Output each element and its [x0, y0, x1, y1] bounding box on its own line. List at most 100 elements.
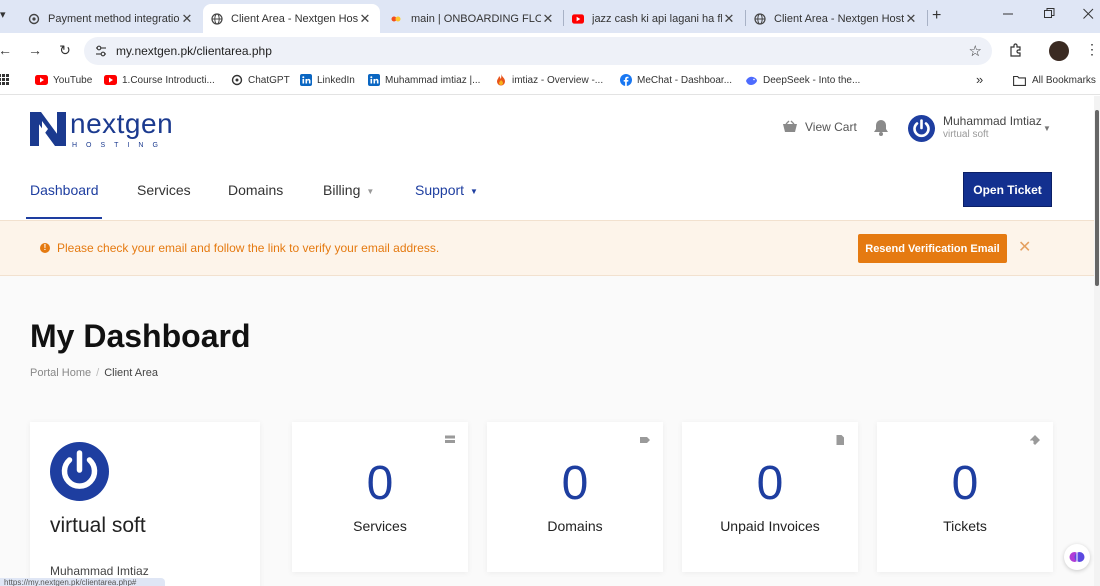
open-ticket-button[interactable]: Open Ticket [963, 172, 1052, 207]
facebook-icon [619, 74, 632, 86]
header-user-name[interactable]: Muhammad Imtiaz [943, 114, 1042, 128]
stat-label: Domains [547, 518, 603, 534]
nav-billing[interactable]: Billing ▼ [323, 182, 374, 198]
nav-services[interactable]: Services [137, 182, 191, 198]
address-url: my.nextgen.pk/clientarea.php [116, 44, 272, 58]
chevron-down-icon[interactable]: ▼ [1043, 124, 1051, 133]
view-cart-link[interactable]: View Cart [782, 120, 857, 134]
stat-label: Services [353, 518, 407, 534]
stat-card-unpaid-invoices[interactable]: 0 Unpaid Invoices [682, 422, 858, 572]
minimize-icon[interactable] [1003, 6, 1013, 23]
stat-label: Unpaid Invoices [720, 518, 820, 534]
bookmark-linkedin[interactable]: LinkedIn [299, 74, 355, 86]
bookmark-deepseek[interactable]: DeepSeek - Into the... [745, 74, 860, 86]
globe-icon [754, 12, 766, 25]
bookmarks-overflow-icon[interactable]: » [976, 72, 983, 87]
breadcrumb: Portal Home / Client Area [30, 367, 158, 379]
nav-dashboard[interactable]: Dashboard [30, 182, 99, 198]
profile-avatar[interactable] [1049, 41, 1069, 61]
browser-toolbar: ← → ↻ my.nextgen.pk/clientarea.php ☆ ⋮ [0, 33, 1100, 69]
nextgen-logo[interactable]: nextgen HOSTING [30, 108, 190, 152]
tab-title: main | ONBOARDING FLOW [411, 12, 541, 25]
bookmark-mechat[interactable]: MeChat - Dashboar... [619, 74, 732, 86]
bookmark-imtiaz-overview[interactable]: imtiaz - Overview -... [494, 74, 603, 86]
tab-search-chevron-icon[interactable]: ▾ [0, 8, 12, 24]
bookmark-star-icon[interactable]: ☆ [969, 42, 982, 60]
ai-assistant-button[interactable] [1064, 544, 1090, 570]
bookmark-label: LinkedIn [317, 74, 355, 86]
basket-icon [783, 120, 797, 132]
ticket-icon [1029, 433, 1041, 445]
bookmark-label: 1.Course Introducti... [122, 74, 215, 86]
user-avatar[interactable] [908, 115, 935, 142]
gear-icon [28, 13, 40, 25]
tab-client-area-2[interactable]: Client Area - Nextgen Hostin ✕ [746, 4, 926, 33]
restore-icon[interactable] [1044, 6, 1055, 23]
all-bookmarks[interactable]: All Bookmarks [1013, 74, 1096, 86]
youtube-icon [35, 74, 48, 86]
browser-status-url: https://my.nextgen.pk/clientarea.php# [0, 578, 165, 586]
bookmark-chatgpt[interactable]: ChatGPT [230, 74, 290, 86]
view-cart-label: View Cart [805, 120, 857, 134]
bookmark-linkedin-profile[interactable]: Muhammad imtiaz |... [367, 74, 480, 86]
bookmark-course-intro[interactable]: 1.Course Introducti... [104, 74, 215, 86]
power-icon [913, 119, 930, 138]
tab-client-area-active[interactable]: Client Area - Nextgen Hostin ✕ [203, 4, 380, 33]
stat-value: 0 [951, 457, 979, 510]
close-icon[interactable]: ✕ [904, 11, 918, 27]
active-nav-indicator [26, 217, 102, 219]
nav-support[interactable]: Support ▼ [415, 182, 478, 198]
close-icon[interactable]: ✕ [180, 11, 194, 27]
close-icon[interactable]: ✕ [722, 11, 736, 27]
tab-separator [563, 10, 564, 26]
linkedin-icon [367, 74, 380, 86]
extensions-icon[interactable] [1008, 42, 1024, 58]
tab-onboarding-flow[interactable]: main | ONBOARDING FLOW ✕ [383, 4, 563, 33]
all-bookmarks-label: All Bookmarks [1032, 74, 1096, 86]
stat-card-services[interactable]: 0 Services [292, 422, 468, 572]
close-icon[interactable]: ✕ [1018, 237, 1031, 257]
alert-message: Please check your email and follow the l… [57, 241, 440, 255]
bookmarks-bar: YouTube 1.Course Introducti... ChatGPT L… [0, 69, 1100, 95]
bookmark-youtube[interactable]: YouTube [35, 74, 92, 86]
main-navigation: Dashboard Services Domains Billing ▼ Supp… [0, 172, 1100, 220]
profile-card: virtual soft Muhammad Imtiaz [30, 422, 260, 586]
breadcrumb-home[interactable]: Portal Home [30, 367, 91, 379]
window-close-icon[interactable] [1083, 6, 1094, 23]
notifications-bell-icon[interactable] [873, 119, 889, 141]
apps-grid-icon[interactable] [0, 74, 9, 85]
close-icon[interactable]: ✕ [358, 11, 372, 27]
stat-card-domains[interactable]: 0 Domains [487, 422, 663, 572]
back-icon[interactable]: ← [0, 42, 14, 58]
chatgpt-icon [230, 74, 243, 86]
bookmark-label: YouTube [53, 74, 93, 86]
breadcrumb-current: Client Area [104, 367, 159, 379]
tab-payment-method[interactable]: Payment method integratio ✕ [20, 4, 202, 33]
site-settings-icon[interactable] [94, 44, 108, 58]
profile-name: Muhammad Imtiaz [50, 564, 149, 578]
youtube-icon [104, 74, 117, 86]
tab-jazz-cash[interactable]: jazz cash ki api lagani ha flu ✕ [564, 4, 744, 33]
reload-icon[interactable]: ↻ [56, 42, 74, 59]
forward-icon[interactable]: → [26, 42, 44, 58]
stat-value: 0 [561, 457, 589, 510]
more-menu-icon[interactable]: ⋮ [1085, 41, 1099, 58]
website-content: nextgen HOSTING View Cart Muhammad Imtia… [0, 96, 1100, 586]
address-bar[interactable]: my.nextgen.pk/clientarea.php ☆ [84, 37, 992, 65]
new-tab-button[interactable]: + [932, 7, 941, 25]
scrollbar-thumb[interactable] [1095, 110, 1099, 286]
power-icon [61, 450, 98, 489]
nav-domains[interactable]: Domains [228, 182, 283, 198]
close-icon[interactable]: ✕ [541, 11, 555, 27]
bookmark-label: Muhammad imtiaz |... [385, 74, 481, 86]
stat-card-tickets[interactable]: 0 Tickets [877, 422, 1053, 572]
figma-icon [391, 13, 403, 25]
linkedin-icon [299, 74, 312, 86]
profile-avatar [50, 442, 109, 501]
brain-icon [1069, 552, 1085, 562]
warning-icon: ! [40, 243, 50, 253]
document-icon [834, 433, 846, 445]
resend-verification-button[interactable]: Resend Verification Email [858, 234, 1007, 263]
browser-tab-strip: ▾ Payment method integratio ✕ Client Are… [0, 0, 1100, 33]
logo-wordmark: nextgen [70, 108, 174, 139]
